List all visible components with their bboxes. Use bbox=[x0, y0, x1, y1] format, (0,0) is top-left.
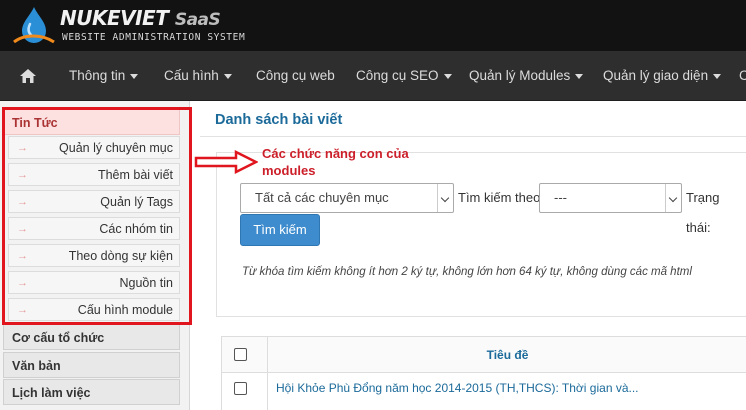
search-button[interactable]: Tìm kiếm bbox=[240, 214, 320, 246]
nav-item-themes[interactable]: Quản lý giao diện bbox=[603, 51, 722, 101]
caret-down-icon bbox=[713, 73, 722, 79]
drop-logo-icon bbox=[13, 7, 55, 44]
nav-item-modules[interactable]: Quản lý Modules bbox=[469, 51, 584, 101]
chevron-down-icon bbox=[665, 184, 681, 212]
nav-item-config[interactable]: Cấu hình bbox=[164, 51, 232, 101]
sidebar-module-organization[interactable]: Cơ cấu tổ chức bbox=[3, 324, 180, 350]
table-row-title-link[interactable]: Hội Khỏe Phù Đổng năm học 2014-2015 (TH,… bbox=[268, 373, 746, 410]
annotation-text: Các chức năng con của modules bbox=[262, 146, 409, 178]
category-select[interactable]: Tất cả các chuyên mục bbox=[240, 183, 454, 213]
select-all-checkbox[interactable] bbox=[234, 348, 247, 361]
search-by-label: Tìm kiếm theo: bbox=[458, 190, 544, 205]
table-header-check-cell bbox=[222, 337, 268, 373]
home-icon[interactable] bbox=[20, 69, 36, 83]
chevron-down-icon bbox=[437, 184, 453, 212]
sidebar-module-documents[interactable]: Văn bản bbox=[3, 352, 180, 378]
main-nav: Thông tin Cấu hình Công cụ web Công cụ S… bbox=[0, 51, 746, 101]
sidebar-module-schedule[interactable]: Lịch làm việc bbox=[3, 379, 180, 405]
nav-item-web-tools[interactable]: Công cụ web bbox=[256, 51, 335, 101]
app-header: NUKEVIET SaaS WEBSITE ADMINISTRATION SYS… bbox=[0, 0, 746, 51]
title-divider bbox=[200, 136, 746, 137]
nav-item-seo-tools[interactable]: Công cụ SEO bbox=[356, 51, 452, 101]
caret-down-icon bbox=[130, 73, 139, 79]
brand-name: NUKEVIET SaaS bbox=[60, 6, 221, 30]
table-row-check-cell bbox=[222, 373, 268, 410]
caret-down-icon bbox=[443, 73, 452, 79]
search-by-select[interactable]: --- bbox=[539, 183, 682, 213]
page-title: Danh sách bài viết bbox=[215, 112, 343, 128]
brand-logo[interactable]: NUKEVIET SaaS WEBSITE ADMINISTRATION SYS… bbox=[8, 2, 248, 50]
annotation-arrow-icon bbox=[194, 150, 258, 174]
nav-item-info[interactable]: Thông tin bbox=[69, 51, 139, 101]
nav-item-overflow[interactable]: C bbox=[739, 51, 746, 101]
table-header-title: Tiêu đề bbox=[268, 337, 746, 373]
articles-table: Tiêu đề Hội Khỏe Phù Đổng năm học 2014-2… bbox=[221, 336, 746, 410]
annotation-highlight-box bbox=[2, 107, 192, 325]
brand-tagline: WEBSITE ADMINISTRATION SYSTEM bbox=[62, 32, 246, 43]
search-hint: Từ khóa tìm kiếm không ít hơn 2 ký tự, k… bbox=[242, 266, 692, 278]
caret-down-icon bbox=[223, 73, 232, 79]
row-checkbox[interactable] bbox=[234, 382, 247, 395]
caret-down-icon bbox=[575, 73, 584, 79]
status-label: Trạng thái: bbox=[686, 190, 720, 235]
